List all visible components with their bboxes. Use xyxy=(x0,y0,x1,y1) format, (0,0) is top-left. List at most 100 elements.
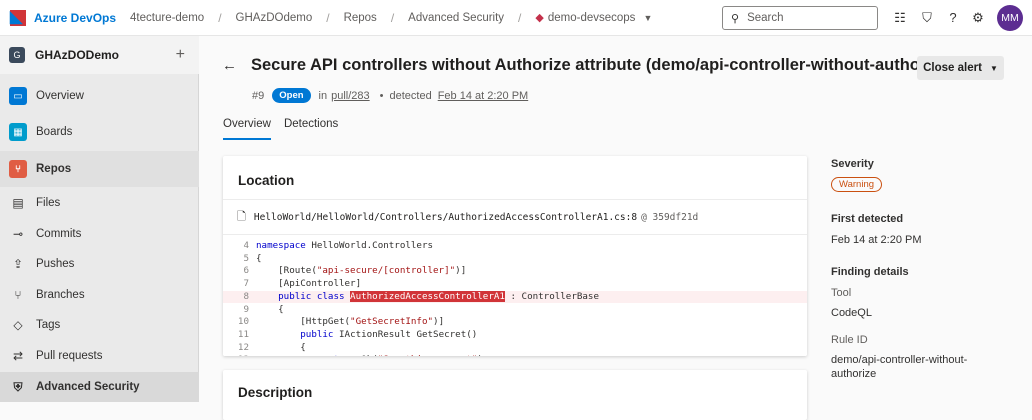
search-input[interactable] xyxy=(747,12,868,24)
shield-icon: ⛨ xyxy=(13,379,23,394)
breadcrumb-separator: / xyxy=(390,10,395,25)
sidebar-item-label: Overview xyxy=(36,90,84,102)
search-box[interactable]: ⚲ xyxy=(722,6,878,30)
sidebar-item-label: Boards xyxy=(36,126,73,138)
sidebar-item-branches[interactable]: ⑂ Branches xyxy=(0,283,199,307)
sidebar: G GHAzDODemo + ▭ Overview ▦ Boards ⑂ Rep… xyxy=(0,36,199,402)
breadcrumb-separator: / xyxy=(518,10,522,25)
tab-detections[interactable]: Detections xyxy=(284,118,338,140)
file-icon: 🗋 xyxy=(237,210,246,223)
brand-name: Azure DevOps xyxy=(34,10,117,25)
code-line-highlighted: 8 public class AuthorizedAccessControlle… xyxy=(223,290,807,304)
pull-request-link[interactable]: pull/283 xyxy=(331,90,370,102)
repos-icon: ⑂ xyxy=(9,160,27,178)
tab-overview[interactable]: Overview xyxy=(223,118,271,140)
sidebar-item-advanced-security[interactable]: ⛨ Advanced Security xyxy=(0,372,199,402)
severity-badge-wrap: Warning xyxy=(831,177,883,192)
pushes-icon: ⇪ xyxy=(12,257,24,271)
marketplace-bag-icon[interactable]: ⛉ xyxy=(919,10,935,26)
meta-separator: • xyxy=(379,89,384,102)
finding-details-label: Finding details xyxy=(831,266,909,278)
code-snippet: 4 namespace HelloWorld.Controllers 5{ 6 [… xyxy=(223,236,807,356)
search-icon: ⚲ xyxy=(731,12,740,25)
code-line: 6 [Route("api-secure/[controller]")] xyxy=(243,265,467,277)
sidebar-item-label: Advanced Security xyxy=(36,381,140,393)
breadcrumb-project[interactable]: GHAzDOdemo xyxy=(236,12,313,24)
repo-icon: ◆ xyxy=(535,12,544,24)
first-detected-label: First detected xyxy=(831,213,904,225)
project-header[interactable]: G GHAzDODemo + xyxy=(0,36,199,74)
tool-value: CodeQL xyxy=(831,307,872,319)
repo-name: demo-devsecops xyxy=(547,11,636,24)
pull-requests-icon: ⇄ xyxy=(12,349,24,363)
breadcrumb-repo-selector[interactable]: ◆ demo-devsecops ▼ xyxy=(535,11,653,25)
sidebar-item-tags[interactable]: ◇ Tags xyxy=(0,313,199,337)
severity-label: Severity xyxy=(831,158,874,170)
back-arrow-icon[interactable]: ← xyxy=(222,57,237,74)
detected-date-link[interactable]: Feb 14 at 2:20 PM xyxy=(438,90,529,102)
sidebar-item-label: Pull requests xyxy=(36,350,103,362)
alert-number: #9 xyxy=(252,89,265,102)
sidebar-item-pushes[interactable]: ⇪ Pushes xyxy=(0,252,199,276)
file-bar: 🗋 HelloWorld/HelloWorld/Controllers/Auth… xyxy=(223,199,807,235)
first-detected-value: Feb 14 at 2:20 PM xyxy=(831,234,922,246)
avatar[interactable]: MM xyxy=(997,5,1023,31)
rule-id-value-line1: demo/api-controller-without- xyxy=(831,354,968,366)
plus-icon[interactable]: + xyxy=(176,46,185,64)
code-line: 10 [HttpGet("GetSecretInfo")] xyxy=(237,316,445,328)
flagged-class-name: AuthorizedAccessControllerA1 xyxy=(350,290,505,302)
project-name: GHAzDODemo xyxy=(35,48,120,62)
file-path-link[interactable]: HelloWorld/HelloWorld/Controllers/Author… xyxy=(254,212,637,223)
breadcrumb-repos[interactable]: Repos xyxy=(344,12,377,24)
branches-icon: ⑂ xyxy=(14,288,22,302)
sidebar-item-label: Pushes xyxy=(36,258,75,270)
sidebar-item-overview[interactable]: ▭ Overview xyxy=(0,83,199,109)
alert-meta: #9 Open in pull/283 • detected Feb 14 at… xyxy=(252,88,532,103)
sidebar-item-repos[interactable]: ⑂ Repos xyxy=(0,151,199,187)
boards-icon: ▦ xyxy=(9,123,27,141)
azure-devops-logo[interactable]: ◣ Azure DevOps xyxy=(10,9,117,26)
commits-icon: ⊸ xyxy=(12,227,24,241)
description-card: Description xyxy=(223,370,807,420)
alert-title-row: ← Secure API controllers without Authori… xyxy=(222,56,954,75)
code-line: 12 { xyxy=(237,341,306,353)
sidebar-item-label: Branches xyxy=(36,289,85,301)
breadcrumb-separator: / xyxy=(326,10,330,25)
sidebar-item-files[interactable]: ▤ Files xyxy=(0,191,199,215)
tool-label: Tool xyxy=(831,287,852,299)
files-icon: ▤ xyxy=(12,196,24,210)
status-badge: Open xyxy=(272,88,311,103)
commit-hash[interactable]: @ 359df21d xyxy=(641,212,698,223)
code-line: 9 { xyxy=(243,303,284,315)
detected-text: detected xyxy=(389,89,432,102)
chevron-down-icon: ▼ xyxy=(643,12,653,23)
tags-icon: ◇ xyxy=(13,318,23,332)
user-settings-icon[interactable]: ⚙ xyxy=(970,10,986,26)
code-line: 7 [ApiController] xyxy=(243,278,362,290)
sidebar-item-pull-requests[interactable]: ⇄ Pull requests xyxy=(0,344,199,368)
location-card: Location 🗋 HelloWorld/HelloWorld/Control… xyxy=(223,156,807,356)
sidebar-item-commits[interactable]: ⊸ Commits xyxy=(0,222,199,246)
sidebar-item-label: Commits xyxy=(36,228,82,240)
code-line: 4 namespace HelloWorld.Controllers xyxy=(243,240,434,251)
location-heading: Location xyxy=(238,173,295,188)
list-settings-icon[interactable]: ☷ xyxy=(892,10,908,26)
project-badge: G xyxy=(9,47,25,63)
help-icon[interactable]: ? xyxy=(945,10,961,26)
breadcrumb-org[interactable]: 4tecture-demo xyxy=(130,12,204,24)
sidebar-item-boards[interactable]: ▦ Boards xyxy=(0,119,199,145)
rule-id-value-line2: authorize xyxy=(831,368,877,380)
page-title: Secure API controllers without Authorize… xyxy=(251,56,954,74)
code-line: 13 return Ok("Something secret"); xyxy=(223,354,807,356)
close-alert-label: Close alert xyxy=(923,62,982,74)
breadcrumb-advanced-security[interactable]: Advanced Security xyxy=(408,12,504,24)
in-text: in xyxy=(318,89,328,102)
azure-devops-icon: ◣ xyxy=(10,9,26,26)
close-alert-button[interactable]: Close alert ▼ xyxy=(917,56,1004,80)
rule-id-label: Rule ID xyxy=(831,334,868,346)
description-heading: Description xyxy=(238,385,313,400)
sidebar-item-label: Files xyxy=(36,197,61,209)
overview-icon: ▭ xyxy=(9,87,27,105)
sidebar-item-label: Tags xyxy=(36,319,61,331)
tab-bar: Overview Detections xyxy=(223,118,351,140)
